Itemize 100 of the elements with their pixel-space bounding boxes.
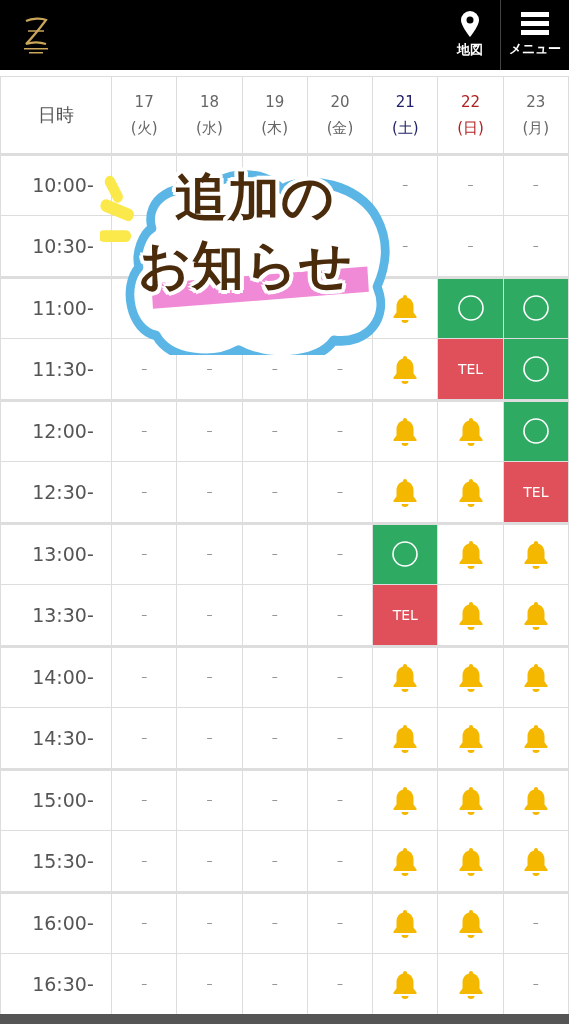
menu-icon (521, 12, 549, 36)
bell-icon (391, 416, 420, 447)
day-date: 22 (461, 92, 481, 111)
dash-mark: – (141, 730, 148, 745)
dash-mark: – (271, 547, 278, 562)
dash-mark: – (532, 976, 539, 991)
dash-mark: – (271, 424, 278, 439)
notice-heading: お知らせ (137, 233, 353, 297)
map-pin-icon (461, 11, 479, 37)
time-label: 12:00- (31, 420, 94, 443)
dash-mark: – (337, 793, 343, 808)
tel-cell[interactable]: TEL (373, 584, 439, 645)
day-date: 20 (330, 92, 350, 111)
dash-mark: – (141, 361, 148, 376)
dash-mark: – (271, 607, 278, 622)
dash-mark: – (337, 976, 343, 991)
dash-mark: – (271, 976, 278, 991)
dash-mark: – (271, 730, 278, 745)
dash-mark: – (402, 238, 409, 253)
tel-cell[interactable]: TEL (438, 338, 504, 399)
tel-cell[interactable]: TEL (503, 461, 569, 522)
dash-mark: – (337, 547, 343, 562)
dash-mark: – (402, 178, 409, 193)
bell-icon (391, 968, 420, 999)
dash-mark: – (141, 853, 148, 868)
time-label: 13:00- (31, 543, 94, 566)
dash-mark: – (271, 853, 278, 868)
dash-mark: – (532, 916, 539, 931)
dash-mark: – (337, 916, 343, 931)
day-weekday: (月) (522, 118, 550, 138)
time-label: 15:30- (31, 849, 94, 872)
dash-mark: – (141, 484, 148, 499)
dash-mark: – (206, 853, 213, 868)
circle-icon (521, 417, 550, 446)
time-label: 10:00- (31, 174, 94, 197)
day-date: 23 (526, 92, 546, 111)
time-label: 12:30- (31, 480, 94, 503)
dash-mark: – (206, 730, 213, 745)
dash-mark: – (141, 547, 148, 562)
dash-mark: – (206, 424, 213, 439)
bell-icon (391, 662, 420, 693)
dash-mark: – (206, 484, 213, 499)
circle-icon (391, 540, 420, 569)
dash-mark: – (206, 670, 213, 685)
time-label: 11:00- (31, 297, 94, 320)
column-header: 日時 (38, 103, 74, 127)
time-label: 10:30- (31, 234, 94, 257)
day-weekday: (金) (326, 118, 354, 138)
dash-mark: – (532, 178, 539, 193)
circle-icon (521, 294, 550, 323)
bell-icon (391, 845, 420, 876)
dash-mark: – (337, 730, 343, 745)
day-date: 19 (265, 92, 285, 111)
available-cell[interactable] (503, 402, 569, 461)
dash-mark: – (337, 853, 343, 868)
dash-mark: – (206, 607, 213, 622)
time-label: 14:00- (31, 666, 94, 689)
day-weekday: (水) (196, 118, 223, 138)
available-cell[interactable] (373, 525, 439, 584)
dash-mark: – (337, 607, 343, 622)
dash-mark: – (467, 178, 474, 193)
available-cell[interactable] (503, 279, 569, 338)
bell-icon (391, 353, 420, 384)
available-cell[interactable] (438, 279, 504, 338)
time-label: 16:30- (31, 972, 94, 995)
dash-mark: – (206, 916, 213, 931)
dash-mark: – (337, 670, 343, 685)
dash-mark: – (206, 547, 213, 562)
dash-mark: – (467, 238, 474, 253)
dash-mark: – (141, 976, 148, 991)
time-label: 13:30- (31, 603, 94, 626)
bell-icon (391, 476, 420, 507)
dash-mark: – (532, 238, 539, 253)
day-weekday: (木) (261, 118, 289, 138)
time-label: 11:30- (31, 357, 94, 380)
dash-mark: – (337, 484, 343, 499)
dash-mark: – (141, 607, 148, 622)
dash-mark: – (271, 916, 278, 931)
bell-icon (391, 785, 420, 816)
dash-mark: – (141, 670, 148, 685)
day-weekday: (火) (130, 118, 158, 138)
dash-mark: – (141, 916, 148, 931)
dash-mark: – (206, 793, 213, 808)
dash-mark: – (206, 361, 213, 376)
dash-mark: – (271, 793, 278, 808)
day-date: 21 (395, 92, 415, 111)
bell-icon (391, 908, 420, 939)
time-label: 15:00- (31, 789, 94, 812)
dash-mark: – (271, 670, 278, 685)
circle-icon (456, 294, 485, 323)
day-date: 17 (134, 92, 154, 111)
time-label: 14:30- (31, 726, 94, 749)
day-date: 18 (199, 92, 219, 111)
available-cell[interactable] (503, 338, 569, 399)
bell-icon (391, 293, 420, 324)
dash-mark: – (206, 976, 213, 991)
dash-mark: – (271, 484, 278, 499)
circle-icon (521, 354, 550, 383)
time-label: 16:00- (31, 912, 94, 935)
dash-mark: – (337, 361, 343, 376)
